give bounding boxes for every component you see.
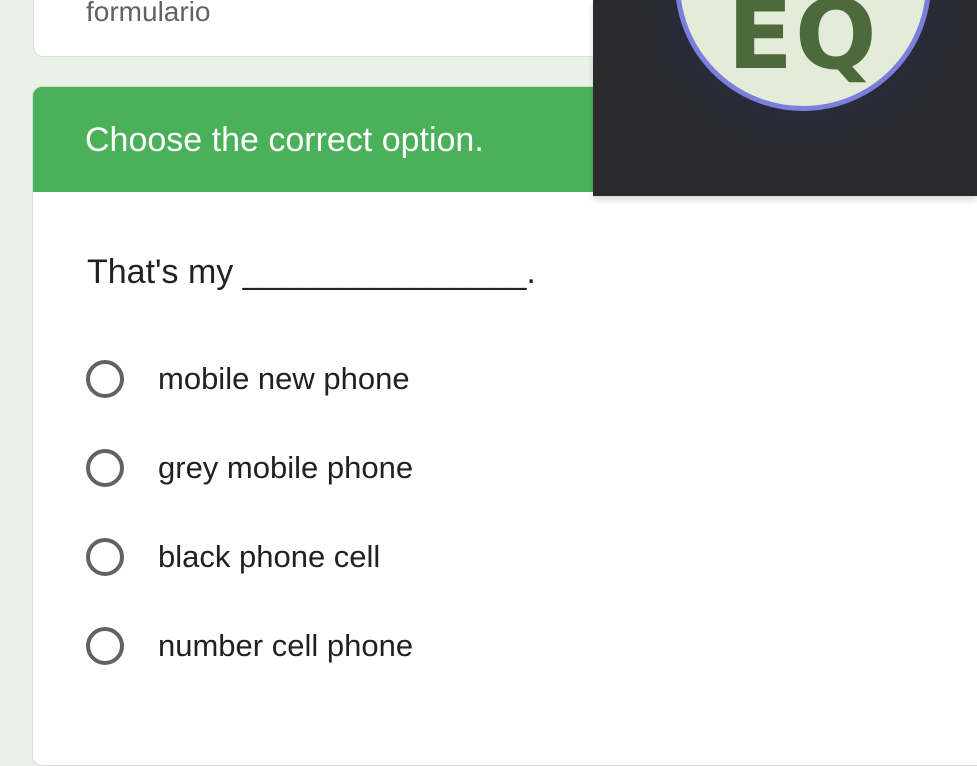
section-title: Choose the correct option. [85,121,484,159]
option-label: mobile new phone [158,361,410,396]
option-black-phone-cell[interactable]: black phone cell [86,533,380,581]
radio-button[interactable] [86,360,124,398]
option-label: black phone cell [158,539,381,574]
radio-button[interactable] [86,538,124,576]
question-text: That's my _______________. [87,253,536,291]
radio-button[interactable] [86,627,124,665]
option-number-cell-phone[interactable]: number cell phone [86,622,413,670]
option-label: number cell phone [158,628,414,663]
video-call-overlay[interactable]: EQ [593,0,977,196]
previous-card-text: formulario [86,0,211,27]
option-grey-mobile-phone[interactable]: grey mobile phone [86,444,413,492]
option-mobile-new-phone[interactable]: mobile new phone [86,355,410,403]
avatar-initials: EQ [727,0,879,91]
radio-button[interactable] [86,449,124,487]
option-label: grey mobile phone [158,450,414,485]
